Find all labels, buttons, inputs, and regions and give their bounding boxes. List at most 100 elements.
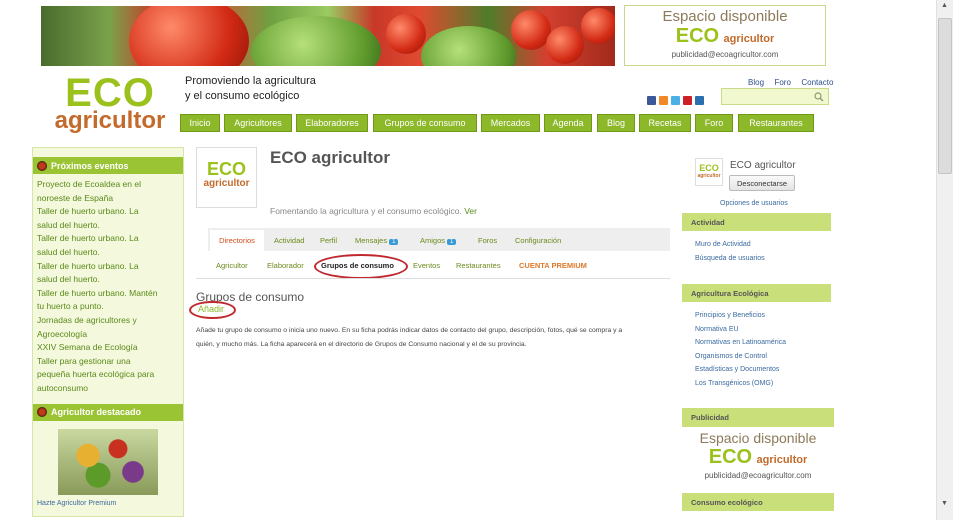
profile-ver-link[interactable]: Ver: [464, 206, 477, 216]
actividad-links: Muro de Actividad Búsqueda de usuarios: [695, 238, 765, 265]
subtab-agricultor[interactable]: Agricultor: [216, 261, 248, 270]
tagline-line1: Promoviendo la agricultura: [185, 75, 316, 87]
event-link[interactable]: tu huerto a punto.: [37, 300, 179, 314]
subtab-cuenta-premium[interactable]: CUENTA PREMIUM: [519, 261, 587, 270]
event-link[interactable]: XXIV Semana de Ecología: [37, 341, 179, 355]
nav-mercados[interactable]: Mercados: [481, 114, 540, 132]
top-link-blog[interactable]: Blog: [748, 78, 764, 87]
linkedin-icon[interactable]: [695, 96, 704, 105]
featured-header: Agricultor destacado: [33, 403, 183, 421]
subtab-restaurantes[interactable]: Restaurantes: [456, 261, 501, 270]
tab-amigos[interactable]: Amigos 1: [420, 236, 457, 245]
nav-elaboradores[interactable]: Elaboradores: [296, 114, 368, 132]
scroll-up-arrow-icon[interactable]: ▲: [941, 2, 948, 9]
event-link[interactable]: autoconsumo: [37, 382, 179, 396]
search-icon[interactable]: [814, 92, 824, 102]
tab-perfil[interactable]: Perfil: [320, 236, 337, 245]
profile-subtitle-text: Fomentando la agricultura y el consumo e…: [270, 206, 462, 216]
twitter-icon[interactable]: [671, 96, 680, 105]
tab-configuracion[interactable]: Configuración: [515, 236, 561, 245]
nav-blog[interactable]: Blog: [597, 114, 635, 132]
scrollbar-thumb[interactable]: [938, 18, 952, 174]
disconnect-button[interactable]: Desconectarse: [729, 175, 795, 191]
user-options-link[interactable]: Opciones de usuarios: [720, 200, 788, 207]
scroll-down-arrow-icon[interactable]: ▼: [941, 500, 948, 507]
profile-logo-agri: agricultor: [203, 178, 250, 189]
right-ad-email: publicidad@ecoagricultor.com: [704, 471, 812, 480]
agricultura-link[interactable]: Normativa EU: [695, 323, 786, 337]
event-link[interactable]: salud del huerto.: [37, 273, 179, 287]
ad-eco-logo: ECO: [675, 25, 720, 47]
nav-recetas[interactable]: Recetas: [639, 114, 691, 132]
ladybug-icon: [37, 160, 47, 171]
agricultura-link[interactable]: Los Transgénicos (OMG): [695, 377, 786, 391]
nav-agricultores[interactable]: Agricultores: [224, 114, 292, 132]
event-link[interactable]: Taller de huerto urbano. Mantén: [37, 287, 179, 301]
featured-image[interactable]: [58, 428, 158, 495]
mensajes-badge: 1: [389, 239, 399, 245]
nav-foro[interactable]: Foro: [695, 114, 733, 132]
agricultura-link[interactable]: Normativas en Latinoamérica: [695, 336, 786, 350]
user-avatar-eco: ECO: [699, 163, 719, 173]
right-ad-box[interactable]: Espacio disponible ECO agricultor public…: [682, 430, 834, 490]
highlight-circle-grupos: [314, 254, 408, 279]
agricultura-link[interactable]: Organismos de Control: [695, 350, 786, 364]
site-tagline: Promoviendo la agricultura y el consumo …: [185, 74, 316, 104]
events-header: Próximos eventos: [33, 157, 183, 174]
profile-subtitle: Fomentando la agricultura y el consumo e…: [270, 206, 477, 216]
user-name[interactable]: ECO agricultor: [730, 160, 796, 171]
agricultura-link[interactable]: Principios y Beneficios: [695, 309, 786, 323]
subtab-elaborador[interactable]: Elaborador: [267, 261, 304, 270]
featured-caption[interactable]: Hazte Agricultor Premium: [33, 500, 183, 507]
highlight-circle-add: [189, 301, 236, 319]
site-logo[interactable]: ECO agricultor: [50, 72, 170, 134]
event-link[interactable]: Taller de huerto urbano. La: [37, 260, 179, 274]
actividad-header: Actividad: [682, 213, 831, 231]
event-link[interactable]: Taller de huerto urbano. La: [37, 205, 179, 219]
subtabs-divider: [196, 278, 670, 279]
rss-icon[interactable]: [659, 96, 668, 105]
event-link[interactable]: salud del huerto.: [37, 246, 179, 260]
search-input[interactable]: [721, 88, 829, 105]
featured-title: Agricultor destacado: [51, 407, 142, 417]
actividad-link[interactable]: Búsqueda de usuarios: [695, 252, 765, 266]
top-link-contacto[interactable]: Contacto: [801, 78, 833, 87]
right-ad-agri: agricultor: [756, 454, 808, 466]
tab-mensajes[interactable]: Mensajes 1: [355, 236, 399, 245]
event-link[interactable]: salud del huerto.: [37, 219, 179, 233]
nav-inicio[interactable]: Inicio: [180, 114, 220, 132]
event-link[interactable]: Proyecto de Ecoaldea en el: [37, 178, 179, 192]
pinterest-icon[interactable]: [683, 96, 692, 105]
actividad-link[interactable]: Muro de Actividad: [695, 238, 765, 252]
facebook-icon[interactable]: [647, 96, 656, 105]
social-icons: [647, 92, 707, 110]
top-ad-box[interactable]: Espacio disponible ECO agricultor public…: [624, 5, 826, 66]
event-link[interactable]: Taller de huerto urbano. La: [37, 232, 179, 246]
event-link[interactable]: Taller para gestionar una: [37, 355, 179, 369]
event-link[interactable]: Jornadas de agricultores y: [37, 314, 179, 328]
tab-directorios[interactable]: Directorios: [210, 230, 264, 251]
consumo-header: Consumo ecológico: [682, 493, 834, 511]
subtab-eventos[interactable]: Eventos: [413, 261, 440, 270]
top-link-foro[interactable]: Foro: [774, 78, 790, 87]
agricultura-header: Agricultura Ecológica: [682, 284, 831, 302]
user-avatar-agri: agricultor: [697, 173, 721, 179]
profile-logo-eco: ECO: [206, 159, 246, 179]
right-ad-eco: ECO: [708, 446, 753, 468]
events-title: Próximos eventos: [51, 160, 129, 171]
nav-agenda[interactable]: Agenda: [544, 114, 592, 132]
left-sidebar: Próximos eventos Proyecto de Ecoaldea en…: [32, 147, 184, 517]
right-ad-title: Espacio disponible: [699, 430, 817, 446]
tab-actividad[interactable]: Actividad: [274, 236, 304, 245]
nav-grupos-de-consumo[interactable]: Grupos de consumo: [373, 114, 477, 132]
event-link[interactable]: noroeste de España: [37, 192, 179, 206]
user-avatar[interactable]: ECO agricultor: [695, 158, 723, 186]
logo-agricultor: agricultor: [54, 107, 166, 134]
tab-foros[interactable]: Foros: [478, 236, 497, 245]
amigos-badge: 1: [447, 239, 457, 245]
agricultura-link[interactable]: Estadísticas y Documentos: [695, 363, 786, 377]
event-link[interactable]: pequeña huerta ecológica para: [37, 368, 179, 382]
event-link[interactable]: Agroecología: [37, 328, 179, 342]
nav-restaurantes[interactable]: Restaurantes: [738, 114, 814, 132]
section-description: Añade tu grupo de consumo o inicia uno n…: [196, 324, 666, 351]
